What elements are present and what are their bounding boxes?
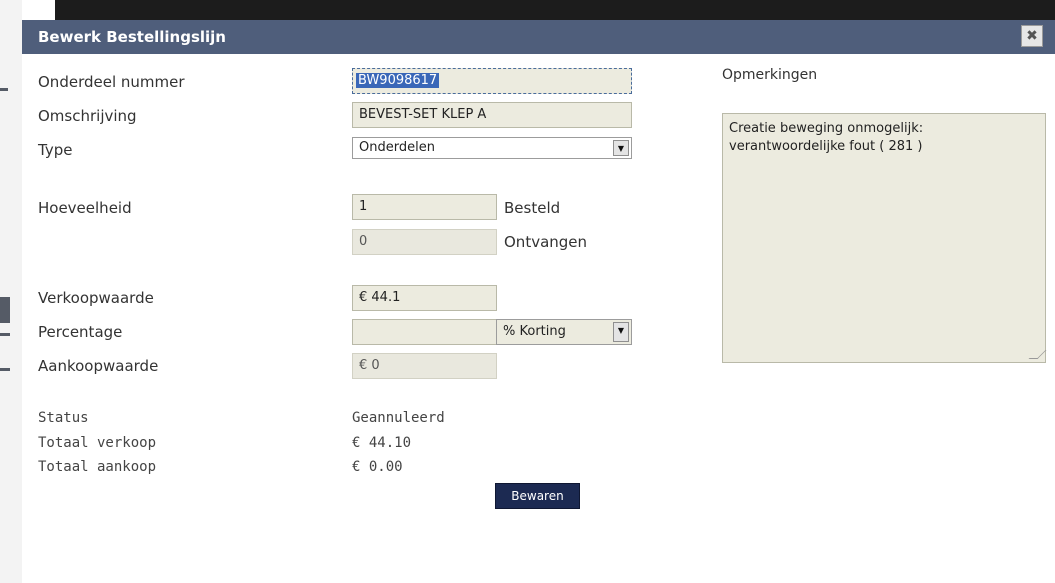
percentage-input[interactable]: [352, 319, 497, 345]
description-label: Omschrijving: [38, 107, 137, 125]
part-number-label: Onderdeel nummer: [38, 73, 185, 91]
quantity-label: Hoeveelheid: [38, 199, 132, 217]
status-label: Status: [38, 410, 89, 426]
discount-type-value: % Korting: [503, 324, 566, 339]
remarks-text: Creatie beweging onmogelijk: verantwoord…: [729, 121, 924, 154]
dialog-titlebar[interactable]: Bewerk Bestellingslijn ✖: [22, 20, 1055, 54]
edit-order-line-dialog: Bewerk Bestellingslijn ✖ Onderdeel numme…: [22, 20, 1055, 583]
close-button[interactable]: ✖: [1021, 25, 1043, 47]
total-sale-value: € 44.10: [352, 435, 412, 451]
background-top-bar: [55, 0, 1055, 20]
resize-grip-icon[interactable]: [1028, 350, 1047, 359]
remarks-textarea[interactable]: Creatie beweging onmogelijk: verantwoord…: [722, 113, 1047, 363]
discount-type-select[interactable]: % Korting ▼: [496, 319, 632, 345]
sale-value-input[interactable]: € 44.1: [352, 285, 497, 311]
received-quantity-input: 0: [352, 229, 497, 255]
chevron-down-icon[interactable]: ▼: [613, 322, 629, 342]
part-number-value: BW9098617: [356, 73, 440, 88]
purchase-value-input: € 0: [352, 353, 497, 379]
background-element: [0, 88, 8, 91]
sale-value-label: Verkoopwaarde: [38, 289, 154, 307]
ordered-label: Besteld: [504, 199, 561, 217]
percentage-label: Percentage: [38, 323, 123, 341]
background-element: [0, 297, 10, 323]
purchase-value-label: Aankoopwaarde: [38, 357, 159, 375]
received-label: Ontvangen: [504, 233, 588, 251]
chevron-down-icon[interactable]: ▼: [613, 140, 629, 156]
background-element: [0, 368, 10, 371]
close-icon: ✖: [1026, 28, 1038, 44]
status-value: Geannuleerd: [352, 410, 445, 426]
type-select[interactable]: Onderdelen ▼: [352, 137, 632, 159]
remarks-label: Opmerkingen: [722, 67, 818, 83]
total-purchase-label: Totaal aankoop: [38, 459, 157, 475]
type-select-value: Onderdelen: [359, 140, 435, 155]
save-button[interactable]: Bewaren: [495, 483, 580, 509]
description-input[interactable]: BEVEST-SET KLEP A: [352, 102, 632, 128]
total-sale-label: Totaal verkoop: [38, 435, 157, 451]
ordered-quantity-input[interactable]: 1: [352, 194, 497, 220]
dialog-title: Bewerk Bestellingslijn: [38, 28, 226, 46]
background-element: [0, 333, 10, 336]
type-label: Type: [38, 141, 73, 159]
total-purchase-value: € 0.00: [352, 459, 403, 475]
part-number-input[interactable]: BW9098617: [352, 68, 632, 94]
